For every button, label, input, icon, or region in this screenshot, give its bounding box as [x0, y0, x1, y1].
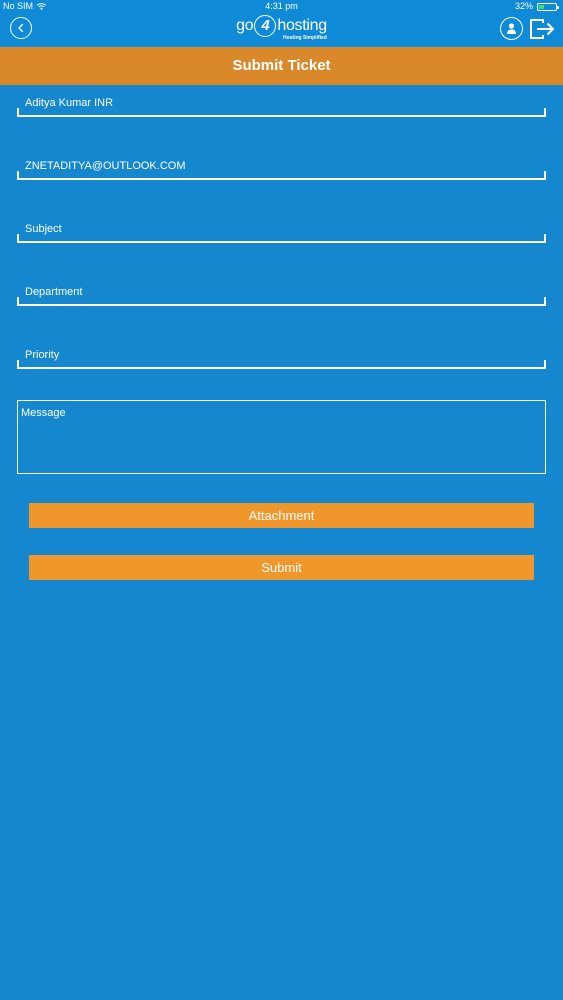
priority-field[interactable]: Priority — [17, 349, 546, 369]
department-field-placeholder: Department — [25, 286, 83, 298]
message-textarea[interactable]: Message — [17, 400, 546, 474]
status-right: 32% — [514, 0, 559, 13]
priority-field-placeholder: Priority — [25, 349, 60, 361]
logout-icon — [530, 19, 555, 39]
battery-icon — [537, 2, 559, 11]
logo: go 4 hosting Hosting Simplified — [0, 15, 563, 45]
logout-button[interactable] — [529, 17, 555, 41]
profile-button[interactable] — [500, 17, 523, 40]
email-field-value: ZNETADITYA@OUTLOOK.COM — [25, 160, 186, 172]
battery-percent: 32% — [514, 1, 533, 11]
priority-field-underline — [17, 360, 546, 369]
email-field-underline — [17, 171, 546, 180]
submit-button[interactable]: Submit — [29, 555, 534, 580]
subject-field-underline — [17, 234, 546, 243]
message-placeholder: Message — [21, 407, 66, 419]
subject-field[interactable]: Subject — [17, 223, 546, 243]
department-field-underline — [17, 297, 546, 306]
page-title: Submit Ticket — [0, 47, 563, 85]
logo-text: go 4 hosting — [236, 15, 327, 37]
app-header: go 4 hosting Hosting Simplified — [0, 13, 563, 47]
name-field-value: Aditya Kumar INR — [25, 97, 114, 109]
name-field-underline — [17, 108, 546, 117]
name-field[interactable]: Aditya Kumar INR — [17, 97, 546, 117]
logo-tagline: Hosting Simplified — [282, 35, 327, 41]
logo-prefix: go — [236, 17, 254, 34]
subject-field-placeholder: Subject — [25, 223, 62, 235]
user-icon — [507, 23, 516, 34]
battery-fill — [539, 4, 545, 9]
logo-suffix: hosting — [277, 17, 327, 34]
logo-number: 4 — [254, 15, 277, 37]
status-bar: No SIM 4:31 pm 32% — [0, 0, 563, 13]
attachment-button[interactable]: Attachment — [29, 503, 534, 528]
email-field[interactable]: ZNETADITYA@OUTLOOK.COM — [17, 160, 546, 180]
status-time: 4:31 pm — [265, 1, 298, 11]
department-field[interactable]: Department — [17, 286, 546, 306]
logo-wordmark: go 4 hosting Hosting Simplified — [236, 15, 327, 41]
